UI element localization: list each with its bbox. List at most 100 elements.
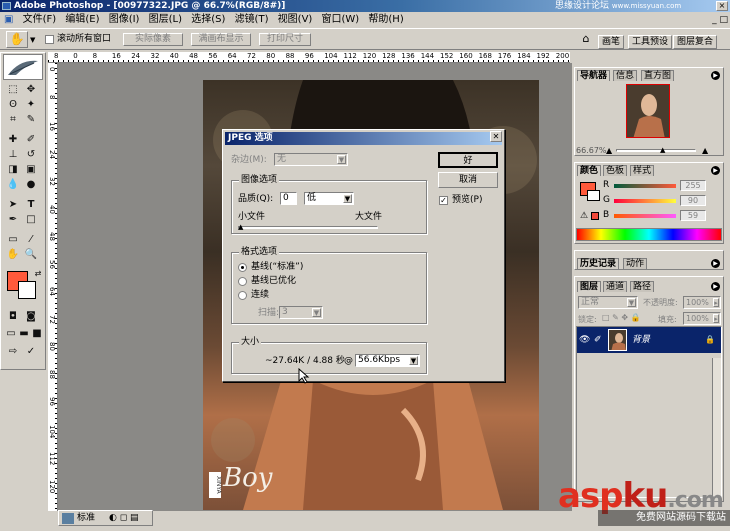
document-window-controls[interactable]: _ □ × [702, 14, 728, 37]
panel-menu-icon[interactable]: ▶ [711, 166, 720, 175]
magic-wand-icon[interactable]: ✦ [24, 99, 38, 111]
cancel-button[interactable]: 取消 [438, 172, 498, 188]
lasso-tool-icon[interactable]: ʘ [6, 99, 20, 111]
quality-slider-thumb-icon[interactable]: ▲ [238, 224, 245, 231]
preview-checkbox[interactable]: ✓ [439, 196, 448, 205]
screen-mode-standard-icon[interactable]: ▭ [4, 328, 18, 340]
status-icons[interactable]: ◐ ◻ ▤ [109, 513, 139, 523]
scroll-all-windows-checkbox[interactable] [45, 35, 54, 44]
channel-g-input[interactable]: 90 [680, 195, 706, 206]
menu-select[interactable]: 选择(S) [188, 12, 228, 28]
hand-tool-icon[interactable]: ✋ [6, 249, 20, 261]
brush-link-icon[interactable]: ✐ [594, 335, 602, 345]
gamut-color-swatch[interactable] [591, 212, 599, 220]
gradient-tool-icon[interactable]: ▣ [24, 164, 38, 176]
fit-screen-button[interactable]: 满画布显示 [191, 33, 251, 46]
zoom-tool-icon[interactable]: 🔍 [24, 249, 38, 261]
jump-to-imageready-icon[interactable]: ⇨ [6, 346, 20, 358]
navigator-zoom-slider[interactable] [616, 149, 696, 152]
tab-paths[interactable]: 路径 [630, 281, 655, 292]
menu-edit[interactable]: 编辑(E) [62, 12, 102, 28]
fill-input[interactable]: 100% ▸ [683, 312, 721, 325]
menu-layer[interactable]: 图层(L) [146, 12, 185, 28]
menu-view[interactable]: 视图(V) [275, 12, 316, 28]
color-spectrum-bar[interactable] [576, 228, 722, 241]
crop-tool-icon[interactable]: ⌗ [6, 114, 20, 126]
dodge-tool-icon[interactable]: ● [24, 179, 38, 191]
type-tool-icon[interactable]: T [24, 199, 38, 211]
format-baseline-radio[interactable] [238, 263, 247, 272]
pen-tool-icon[interactable]: ✒ [6, 214, 20, 226]
stamp-tool-icon[interactable]: ⊥ [6, 149, 20, 161]
history-brush-icon[interactable]: ↺ [24, 149, 38, 161]
panel-menu-icon[interactable]: ▶ [711, 71, 720, 80]
scans-select[interactable]: 3 ▼ [279, 306, 323, 319]
dialog-close-button[interactable]: ✕ [490, 131, 502, 142]
well-tab-brushes[interactable]: 画笔 [598, 35, 625, 49]
shape-tool-icon[interactable]: □ [24, 214, 38, 226]
tab-styles[interactable]: 样式 [630, 165, 655, 176]
quality-input[interactable]: 0 [280, 192, 297, 205]
background-color-swatch[interactable] [18, 281, 36, 299]
warning-icon[interactable]: ⚠ [580, 211, 588, 221]
eyedropper-icon[interactable]: ⁄ [24, 234, 38, 246]
move-tool-icon[interactable]: ✥ [24, 84, 38, 96]
color-background-swatch[interactable] [587, 190, 600, 201]
eye-visibility-icon[interactable]: 👁 [579, 335, 590, 345]
channel-b-slider[interactable] [614, 214, 676, 218]
tab-histogram[interactable]: 直方图 [641, 70, 675, 81]
eraser-tool-icon[interactable]: ◨ [6, 164, 20, 176]
navigator-thumbnail[interactable] [626, 84, 670, 138]
menu-file[interactable]: 文件(F) [20, 12, 60, 28]
lock-options-icons[interactable]: □ ✎ ✥ 🔒 [602, 313, 641, 322]
tab-layers[interactable]: 图层 [577, 281, 602, 292]
tab-color[interactable]: 颜色 [577, 165, 602, 176]
preset-dropdown-arrow-icon[interactable]: ▼ [30, 34, 38, 46]
palette-well-icon[interactable]: ⌂ [578, 32, 594, 46]
screen-mode-full-menu-icon[interactable]: ▬ [17, 328, 31, 340]
ok-button[interactable]: 好 [438, 152, 498, 168]
screen-mode-full-icon[interactable]: ■ [30, 328, 44, 340]
download-speed-select[interactable]: 56.6Kbps ▼ [355, 354, 420, 367]
healing-brush-icon[interactable]: ✚ [6, 134, 20, 146]
document-icon[interactable]: ▣ [0, 12, 16, 28]
hand-tool-preset-icon[interactable]: ✋ [6, 31, 28, 48]
tab-actions[interactable]: 动作 [623, 258, 648, 269]
quality-preset-select[interactable]: 低 ▼ [304, 192, 354, 205]
marquee-tool-icon[interactable]: ⬚ [6, 84, 20, 96]
zoom-out-icon[interactable]: ▲ [606, 146, 612, 155]
format-progressive-radio[interactable] [238, 291, 247, 300]
panel-menu-icon[interactable]: ▶ [711, 282, 720, 291]
channel-r-slider[interactable] [614, 184, 676, 188]
path-select-icon[interactable]: ➤ [6, 199, 20, 211]
well-tab-layer-comps[interactable]: 图层复合 [673, 35, 718, 49]
channel-g-slider[interactable] [614, 199, 676, 203]
notes-tool-icon[interactable]: ▭ [6, 234, 20, 246]
navigator-slider-thumb-icon[interactable]: ▲ [660, 146, 665, 154]
menu-window[interactable]: 窗口(W) [319, 12, 363, 28]
opacity-input[interactable]: 100% ▸ [683, 296, 721, 309]
print-size-button[interactable]: 打印尺寸 [259, 33, 311, 46]
swap-colors-icon[interactable]: ⇄ [31, 268, 45, 280]
tab-info[interactable]: 信息 [613, 70, 638, 81]
photoshop-feather-logo[interactable] [3, 54, 43, 80]
tab-channels[interactable]: 通道 [603, 281, 628, 292]
well-tab-tool-presets[interactable]: 工具预设 [628, 35, 673, 49]
slice-tool-icon[interactable]: ✎ [24, 114, 38, 126]
tab-swatches[interactable]: 色板 [603, 165, 628, 176]
close-window-button[interactable]: × [716, 1, 728, 11]
blend-mode-select[interactable]: 正常 ▼ [578, 296, 638, 309]
channel-r-input[interactable]: 255 [680, 180, 706, 191]
menu-help[interactable]: 帮助(H) [365, 12, 406, 28]
imageready-icon[interactable]: ✓ [24, 346, 38, 358]
menu-filter[interactable]: 滤镜(T) [232, 12, 272, 28]
blur-tool-icon[interactable]: 💧 [6, 179, 20, 191]
brush-tool-icon[interactable]: ✐ [24, 134, 38, 146]
tab-navigator[interactable]: 导航器 [577, 70, 611, 81]
tab-history[interactable]: 历史记录 [577, 258, 620, 269]
channel-b-input[interactable]: 59 [680, 210, 706, 221]
panel-menu-icon[interactable]: ▶ [711, 259, 720, 268]
matte-select[interactable]: 无 ▼ [274, 153, 348, 166]
actual-pixels-button[interactable]: 实际像素 [123, 33, 183, 46]
format-optimized-radio[interactable] [238, 277, 247, 286]
